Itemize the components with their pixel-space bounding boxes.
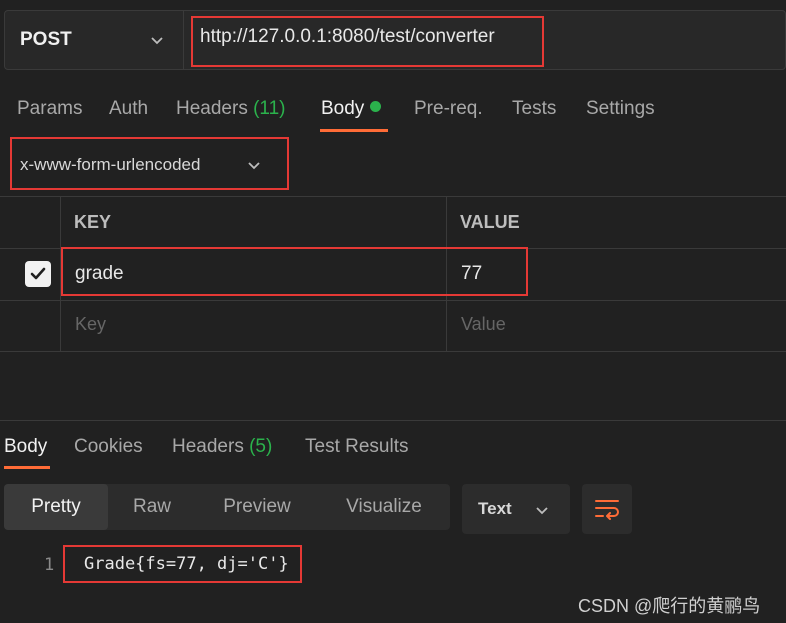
- view-mode-visualize[interactable]: Visualize: [322, 484, 446, 530]
- wrap-lines-button[interactable]: [582, 484, 632, 534]
- response-headers-count: (5): [249, 436, 273, 457]
- tab-tests[interactable]: Tests: [512, 98, 556, 120]
- column-header-value: VALUE: [460, 212, 520, 232]
- chevron-down-icon[interactable]: [246, 157, 262, 178]
- tab-settings[interactable]: Settings: [586, 98, 655, 120]
- key-input[interactable]: Key: [75, 314, 106, 335]
- response-tab-body[interactable]: Body: [4, 436, 47, 458]
- watermark: CSDN @爬行的黄鹂鸟: [578, 596, 761, 616]
- tab-body[interactable]: Body: [321, 98, 382, 120]
- chevron-down-icon: [149, 32, 165, 54]
- view-mode-preview[interactable]: Preview: [200, 484, 314, 530]
- param-value-cell[interactable]: 77: [461, 263, 482, 285]
- table-top-border: [0, 196, 786, 197]
- format-label: Text: [478, 499, 512, 518]
- table-header-border: [0, 248, 786, 249]
- column-header-key: KEY: [74, 212, 112, 232]
- table-col-divider: [446, 196, 447, 352]
- method-select[interactable]: POST: [4, 10, 184, 70]
- tab-headers[interactable]: Headers (11): [176, 98, 286, 120]
- line-number: 1: [44, 555, 55, 575]
- method-label: POST: [20, 29, 72, 50]
- response-tab-underline: [4, 466, 50, 469]
- format-select[interactable]: Text: [462, 484, 570, 534]
- wrap-lines-icon: [595, 500, 619, 520]
- body-mode-select[interactable]: x-www-form-urlencoded: [20, 155, 200, 175]
- param-row-highlight: [61, 247, 528, 296]
- response-body-line: Grade{fs=77, dj='C'}: [84, 554, 289, 574]
- value-input[interactable]: Value: [461, 314, 506, 335]
- headers-count: (11): [253, 98, 286, 119]
- url-input[interactable]: http://127.0.0.1:8080/test/converter: [200, 26, 495, 48]
- response-tab-headers[interactable]: Headers (5): [172, 436, 272, 458]
- row-enabled-checkbox[interactable]: [25, 261, 51, 287]
- param-key-cell[interactable]: grade: [75, 263, 124, 285]
- tab-pre-request[interactable]: Pre-req.: [414, 98, 483, 120]
- chevron-down-icon: [534, 502, 550, 523]
- table-bottom-border: [0, 351, 786, 352]
- active-dot-icon: [370, 101, 382, 112]
- view-mode-raw[interactable]: Raw: [110, 484, 194, 530]
- active-tab-underline: [320, 129, 388, 132]
- response-tab-cookies[interactable]: Cookies: [74, 436, 143, 458]
- view-mode-pretty[interactable]: Pretty: [4, 484, 108, 530]
- tab-auth[interactable]: Auth: [109, 98, 148, 120]
- tab-params[interactable]: Params: [17, 98, 82, 120]
- table-col-divider: [60, 196, 61, 352]
- check-icon: [30, 267, 46, 280]
- response-divider: [0, 420, 786, 421]
- table-row-border: [0, 300, 786, 301]
- response-tab-test-results[interactable]: Test Results: [305, 436, 408, 458]
